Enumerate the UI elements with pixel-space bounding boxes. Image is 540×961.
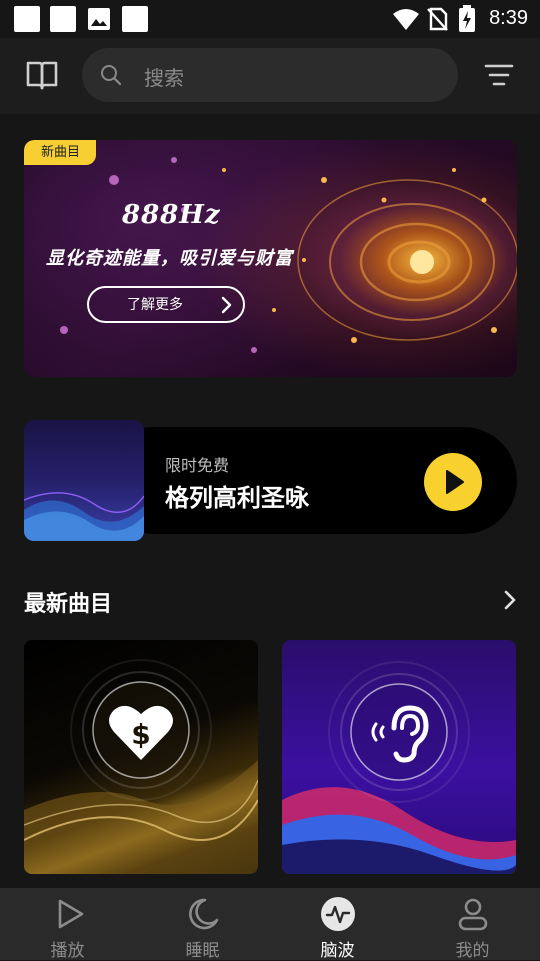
play-icon: [446, 470, 464, 494]
new-track-badge: 新曲目: [24, 140, 97, 165]
chevron-right-icon: [219, 296, 233, 314]
wifi-icon: [392, 6, 420, 32]
search-icon: [100, 64, 122, 86]
person-icon: [455, 896, 491, 932]
tab-label: 脑波: [320, 941, 355, 961]
heart-dollar-icon: $: [106, 700, 176, 764]
track-card[interactable]: [282, 640, 516, 874]
learn-more-button[interactable]: 了解更多: [87, 286, 245, 323]
top-bar: 搜索: [0, 38, 540, 114]
status-bar: 8:39: [0, 0, 540, 38]
search-input[interactable]: 搜索: [82, 48, 458, 102]
free-label: 限时免费: [165, 456, 230, 475]
tab-label: 睡眠: [185, 941, 220, 961]
no-sim-icon: [425, 6, 449, 32]
svg-text:$: $: [131, 718, 150, 751]
filter-menu-icon[interactable]: [484, 62, 514, 90]
track-card[interactable]: $: [24, 640, 258, 874]
brainwave-icon: [320, 896, 356, 932]
status-time: 8:39: [489, 7, 528, 29]
tab-play[interactable]: 播放: [0, 888, 135, 961]
image-notification-icon: [86, 6, 112, 32]
moon-icon: [185, 896, 221, 932]
ear-sound-icon: [364, 702, 434, 764]
free-track-card[interactable]: 限时免费 格列高利圣咏: [24, 420, 517, 541]
tab-profile[interactable]: 我的: [405, 888, 540, 961]
banner-title: 888Hz: [122, 200, 221, 230]
track-thumbnail: [24, 420, 144, 541]
play-icon: [52, 896, 88, 932]
notification-icon: [50, 6, 76, 32]
featured-banner[interactable]: 新曲目 888Hz 显化奇迹能量，吸引爱与财富 了解更多: [24, 140, 517, 377]
search-placeholder: 搜索: [144, 66, 184, 90]
tab-sleep[interactable]: 睡眠: [135, 888, 270, 961]
notification-icon: [122, 6, 148, 32]
tab-brainwave[interactable]: 脑波: [270, 888, 405, 961]
tab-label: 我的: [455, 941, 490, 961]
tab-label: 播放: [50, 941, 85, 961]
banner-subtitle: 显化奇迹能量，吸引爱与财富: [46, 248, 293, 269]
section-more-chevron-icon[interactable]: [502, 589, 518, 611]
learn-more-label: 了解更多: [127, 297, 183, 313]
track-title: 格列高利圣咏: [165, 484, 309, 512]
bottom-navigation: 播放 睡眠 脑波 我的: [0, 888, 540, 961]
section-title: 最新曲目: [24, 592, 113, 617]
play-button[interactable]: [424, 453, 482, 511]
notification-icon: [14, 6, 40, 32]
battery-charging-icon: [458, 5, 476, 33]
library-book-icon[interactable]: [24, 57, 60, 93]
